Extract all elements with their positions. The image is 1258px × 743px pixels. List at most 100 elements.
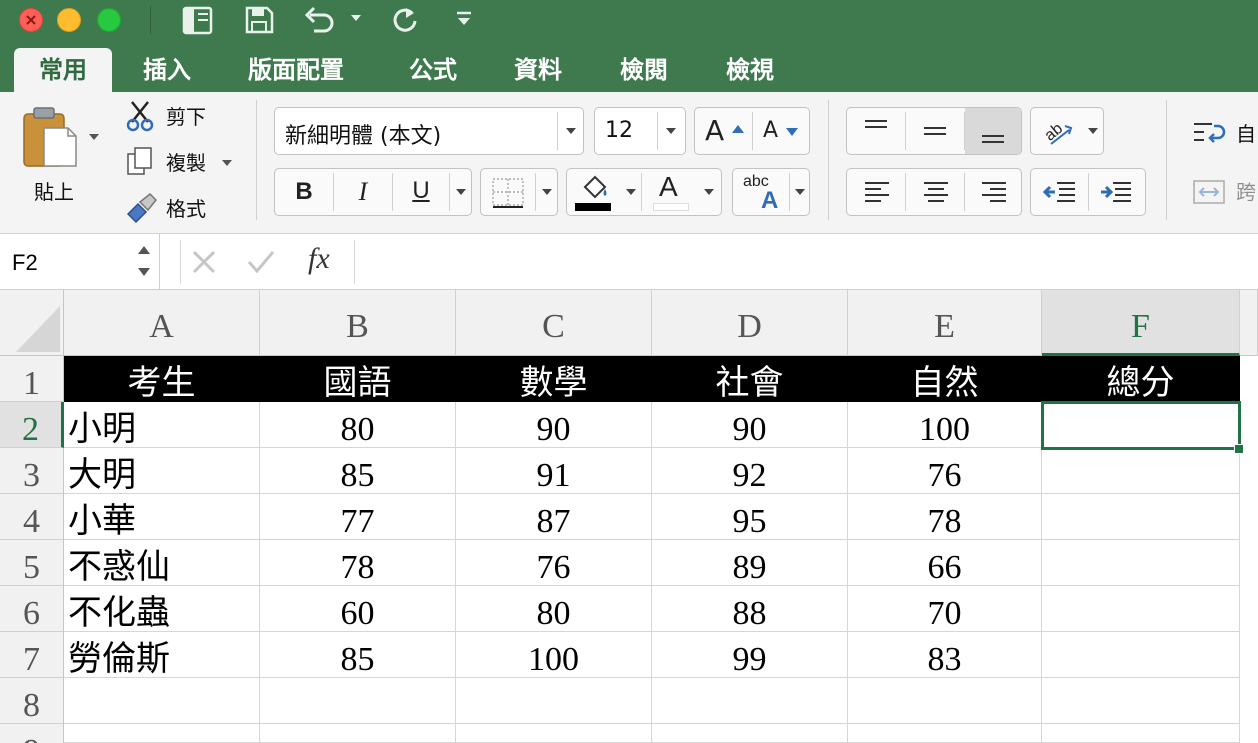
row-header-9[interactable]: 9: [0, 724, 64, 743]
insert-function-button[interactable]: fx: [308, 242, 330, 276]
cell-e2[interactable]: 100: [848, 402, 1042, 448]
formula-input[interactable]: [364, 242, 1244, 282]
cell-b5[interactable]: 78: [260, 540, 456, 586]
copy-button[interactable]: 複製: [122, 146, 242, 178]
align-center-button[interactable]: [906, 169, 964, 215]
cell-d9[interactable]: [652, 724, 848, 743]
cell-e5[interactable]: 66: [848, 540, 1042, 586]
row-header-1[interactable]: 1: [0, 356, 64, 402]
cell-b7[interactable]: 85: [260, 632, 456, 678]
italic-button[interactable]: I: [334, 169, 392, 215]
redo-icon[interactable]: [390, 5, 420, 35]
row-header-2[interactable]: 2: [0, 402, 64, 448]
cell-b3[interactable]: 85: [260, 448, 456, 494]
cell-f5[interactable]: [1042, 540, 1240, 586]
minimize-window-button[interactable]: [57, 8, 81, 32]
borders-button[interactable]: [480, 168, 558, 216]
save-icon[interactable]: [244, 5, 274, 35]
cell-f3[interactable]: [1042, 448, 1240, 494]
cell-c4[interactable]: 87: [456, 494, 652, 540]
cell-b9[interactable]: [260, 724, 456, 743]
row-header-4[interactable]: 4: [0, 494, 64, 540]
phonetic-guide-button[interactable]: abc A: [732, 168, 810, 216]
cell-e1[interactable]: 自然: [848, 356, 1042, 402]
cell-e8[interactable]: [848, 678, 1042, 724]
decrease-indent-button[interactable]: [1031, 169, 1088, 215]
tab-home[interactable]: 常用: [14, 48, 112, 92]
cell-f4[interactable]: [1042, 494, 1240, 540]
row-header-5[interactable]: 5: [0, 540, 64, 586]
font-color-dropdown-icon[interactable]: [703, 187, 715, 197]
cell-d4[interactable]: 95: [652, 494, 848, 540]
font-color-button[interactable]: A: [643, 169, 697, 215]
row-header-3[interactable]: 3: [0, 448, 64, 494]
undo-dropdown-icon[interactable]: [350, 13, 362, 23]
close-window-button[interactable]: [19, 8, 43, 32]
row-header-7[interactable]: 7: [0, 632, 64, 678]
undo-icon[interactable]: [302, 5, 342, 35]
format-painter-button[interactable]: 格式: [122, 192, 242, 224]
orientation-dropdown-icon[interactable]: [1087, 126, 1099, 136]
underline-dropdown-icon[interactable]: [455, 187, 467, 197]
align-bottom-button[interactable]: [965, 108, 1021, 154]
cell-d1[interactable]: 社會: [652, 356, 848, 402]
bold-button[interactable]: B: [275, 169, 333, 215]
cell-b1[interactable]: 國語: [260, 356, 456, 402]
copy-dropdown-icon[interactable]: [221, 158, 233, 168]
column-header-d[interactable]: D: [652, 290, 848, 356]
cut-button[interactable]: 剪下: [122, 100, 242, 132]
cell-c2[interactable]: 90: [456, 402, 652, 448]
tab-review[interactable]: 檢閱: [620, 51, 668, 89]
zoom-window-button[interactable]: [97, 8, 121, 32]
cell-c1[interactable]: 數學: [456, 356, 652, 402]
sidebar-toggle-icon[interactable]: [182, 6, 214, 36]
cell-f1[interactable]: 總分: [1042, 356, 1240, 402]
font-size-select[interactable]: 12: [594, 107, 686, 155]
cell-a8[interactable]: [64, 678, 260, 724]
cell-b2[interactable]: 80: [260, 402, 456, 448]
name-box-stepper-icon[interactable]: [136, 242, 152, 280]
name-box[interactable]: F2: [0, 234, 160, 290]
cell-c8[interactable]: [456, 678, 652, 724]
font-name-select[interactable]: 新細明體 (本文): [274, 107, 584, 155]
fill-handle[interactable]: [1234, 444, 1244, 454]
cell-f6[interactable]: [1042, 586, 1240, 632]
cancel-entry-icon[interactable]: [190, 248, 218, 276]
select-all-button[interactable]: [0, 290, 64, 356]
cell-a7[interactable]: 勞倫斯: [64, 632, 260, 678]
align-top-button[interactable]: [847, 108, 905, 154]
cell-b4[interactable]: 77: [260, 494, 456, 540]
cell-d7[interactable]: 99: [652, 632, 848, 678]
column-header-f[interactable]: F: [1042, 290, 1240, 356]
cell-e7[interactable]: 83: [848, 632, 1042, 678]
cell-a6[interactable]: 不化蟲: [64, 586, 260, 632]
cell-b8[interactable]: [260, 678, 456, 724]
orientation-button[interactable]: ab: [1030, 107, 1104, 155]
cell-e6[interactable]: 70: [848, 586, 1042, 632]
fill-color-dropdown-icon[interactable]: [625, 187, 637, 197]
cell-d3[interactable]: 92: [652, 448, 848, 494]
borders-dropdown-icon[interactable]: [541, 187, 553, 197]
cell-d2[interactable]: 90: [652, 402, 848, 448]
paste-dropdown-icon[interactable]: [88, 132, 100, 142]
cell-c9[interactable]: [456, 724, 652, 743]
customize-toolbar-icon[interactable]: [455, 10, 473, 28]
cell-c3[interactable]: 91: [456, 448, 652, 494]
cell-e4[interactable]: 78: [848, 494, 1042, 540]
cell-c5[interactable]: 76: [456, 540, 652, 586]
cell-f9[interactable]: [1042, 724, 1240, 743]
fill-color-button[interactable]: [567, 169, 619, 215]
phonetic-dropdown-icon[interactable]: [794, 187, 806, 197]
cell-c7[interactable]: 100: [456, 632, 652, 678]
column-header-e[interactable]: E: [848, 290, 1042, 356]
cell-a9[interactable]: [64, 724, 260, 743]
tab-insert[interactable]: 插入: [143, 51, 191, 89]
tab-formulas[interactable]: 公式: [409, 51, 457, 89]
paste-button[interactable]: 貼上: [14, 102, 104, 212]
cell-d6[interactable]: 88: [652, 586, 848, 632]
cell-a2[interactable]: 小明: [64, 402, 260, 448]
cell-e9[interactable]: [848, 724, 1042, 743]
cell-a3[interactable]: 大明: [64, 448, 260, 494]
cell-a5[interactable]: 不惑仙: [64, 540, 260, 586]
tab-data[interactable]: 資料: [514, 51, 562, 89]
